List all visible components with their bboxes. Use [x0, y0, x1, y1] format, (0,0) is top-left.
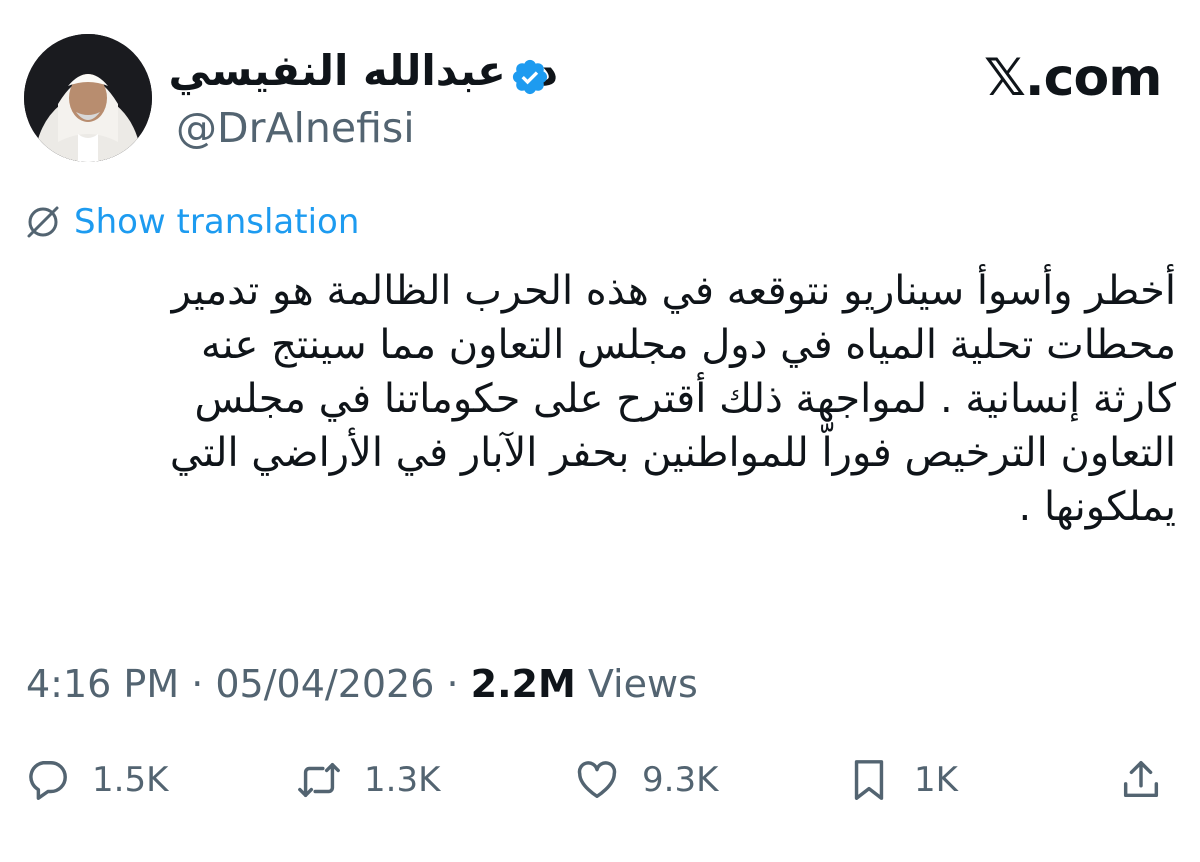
repost-button[interactable]: 1.3K [296, 748, 440, 812]
bookmark-icon [854, 760, 884, 800]
share-button[interactable] [1118, 748, 1164, 812]
globe-translate-icon [27, 206, 59, 238]
meta-separator: · [179, 662, 216, 706]
like-button[interactable]: 9.3K [574, 748, 718, 812]
profile-avatar[interactable] [24, 34, 152, 162]
show-translation-button[interactable]: Show translation [24, 198, 359, 246]
like-count: 9.3K [642, 760, 719, 800]
reply-button[interactable]: 1.5K [24, 748, 168, 812]
author-handle[interactable]: @DrAlnefisi [176, 104, 415, 152]
views-count: 2.2M [470, 662, 576, 706]
show-translation-label: Show translation [74, 202, 360, 242]
verified-badge-icon [512, 59, 548, 95]
views-label: Views [575, 662, 698, 706]
repost-count: 1.3K [364, 760, 441, 800]
tweet-meta: 4:16 PM · 05/04/2026 · 2.2M Views [26, 662, 698, 706]
share-icon [1123, 761, 1159, 798]
tweet-text: أخطر وأسوأ سيناريو نتوقعه في هذه الحرب ا… [169, 268, 1176, 530]
bookmark-button[interactable]: 1K [846, 748, 958, 812]
bookmark-count: 1K [914, 760, 958, 800]
tweet-date[interactable]: 05/04/2026 [215, 662, 434, 706]
author-display-name[interactable]: د. عبدالله النفيسي [168, 46, 558, 95]
repost-icon [298, 762, 340, 798]
meta-separator: · [434, 662, 471, 706]
reply-icon [29, 761, 67, 800]
avatar-image [24, 34, 152, 162]
x-brand-logo: 𝕏.com [984, 48, 1162, 108]
action-bar: 1.5K 1.3K 9.3K 1K [0, 748, 1200, 812]
reply-count: 1.5K [92, 760, 169, 800]
heart-icon [577, 761, 617, 799]
tweet-time[interactable]: 4:16 PM [26, 662, 179, 706]
